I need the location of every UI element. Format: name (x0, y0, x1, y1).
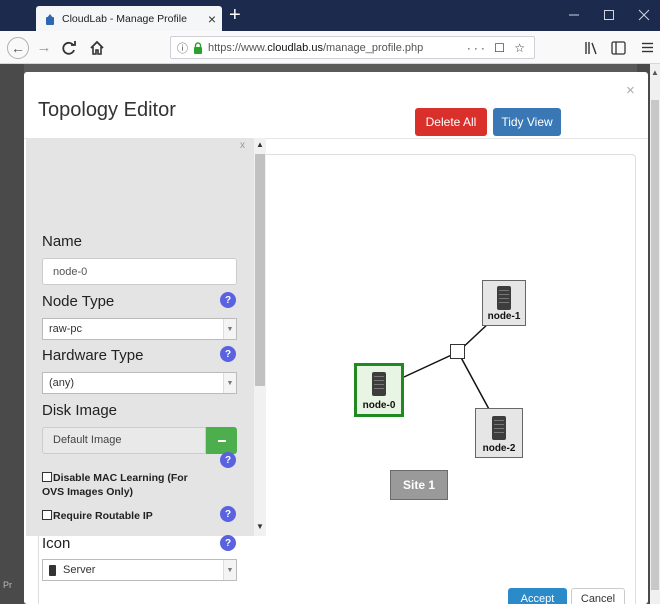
server-icon (492, 416, 506, 440)
node-label: node-0 (362, 400, 396, 411)
lan-node[interactable] (450, 344, 465, 359)
accept-button[interactable]: Accept (508, 588, 567, 604)
server-icon (372, 372, 386, 396)
cancel-button[interactable]: Cancel (571, 588, 625, 604)
topology-node-1[interactable]: node-1 (482, 280, 526, 326)
link-node-2 (457, 351, 491, 412)
server-icon (497, 286, 511, 310)
topology-node-0[interactable]: node-0 (354, 363, 404, 417)
site-box[interactable]: Site 1 (390, 470, 448, 500)
node-label: node-2 (482, 443, 516, 454)
topology-node-2[interactable]: node-2 (475, 408, 523, 458)
topology-links (403, 321, 491, 412)
node-label: node-1 (487, 311, 521, 322)
